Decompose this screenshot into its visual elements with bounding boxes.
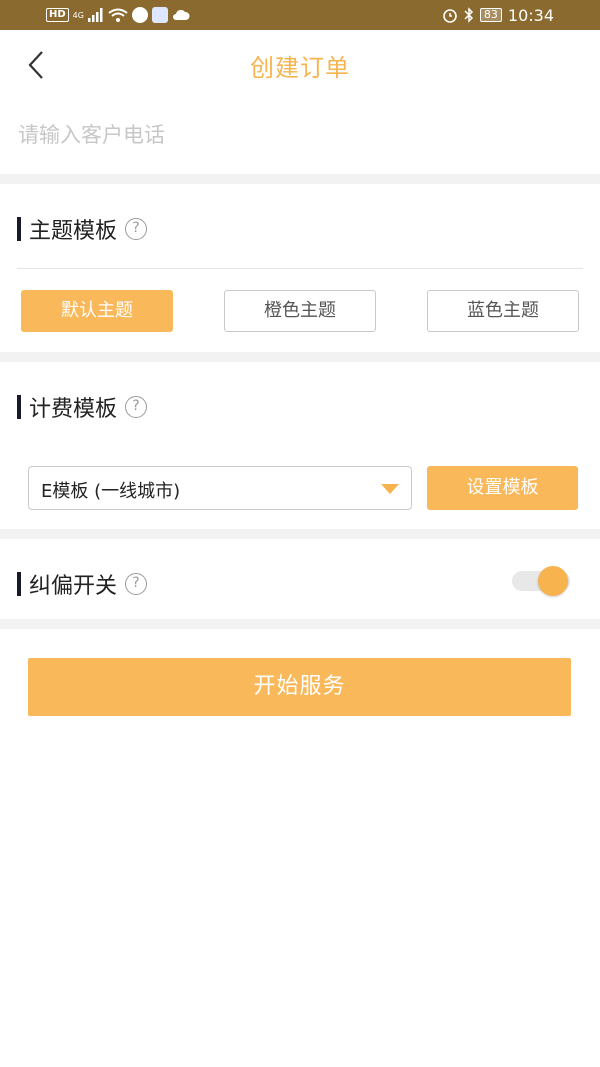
- theme-option-blue[interactable]: 蓝色主题: [427, 290, 579, 332]
- help-icon[interactable]: ?: [125, 218, 148, 240]
- correction-section-title: 纠偏开关 ?: [17, 568, 148, 600]
- music-app-icon: [151, 7, 168, 23]
- app-header: 创建订单: [0, 30, 600, 100]
- signal-icon: [87, 8, 103, 22]
- status-right-icons: 83 10:34: [442, 5, 554, 25]
- theme-option-orange[interactable]: 橙色主题: [224, 290, 376, 332]
- cloud-icon: [172, 9, 190, 20]
- toggle-knob: [538, 566, 568, 596]
- billing-template-select[interactable]: E模板 (一线城市): [28, 466, 412, 510]
- help-icon[interactable]: ?: [125, 396, 148, 418]
- section-marker: [17, 572, 21, 596]
- network-type: 4G: [72, 10, 84, 20]
- theme-section-title: 主题模板 ?: [17, 213, 148, 245]
- help-icon[interactable]: ?: [125, 573, 148, 595]
- section-separator: [0, 174, 600, 184]
- alarm-icon: [443, 9, 457, 23]
- theme-section-label: 主题模板: [29, 219, 118, 244]
- app-notification-icon: [131, 7, 148, 23]
- clock: 10:34: [507, 5, 554, 25]
- page-title: 创建订单: [250, 54, 350, 82]
- status-left-icons: HD 4G: [46, 6, 190, 24]
- theme-option-default[interactable]: 默认主题: [21, 290, 173, 332]
- correction-section-label: 纠偏开关: [29, 574, 118, 599]
- bluetooth-icon: [464, 7, 473, 23]
- status-bar: HD 4G 83 10:34: [0, 0, 600, 30]
- billing-section-label: 计费模板: [29, 397, 118, 422]
- hd-badge: HD: [46, 8, 69, 22]
- section-marker: [17, 217, 21, 241]
- section-separator: [0, 352, 600, 362]
- battery-indicator: 83: [479, 8, 502, 22]
- correction-toggle[interactable]: [512, 566, 570, 596]
- set-template-button[interactable]: 设置模板: [427, 466, 578, 510]
- customer-phone-input[interactable]: [18, 110, 578, 160]
- billing-template-value: E模板 (一线城市): [41, 481, 181, 502]
- section-separator: [0, 619, 600, 629]
- billing-section-title: 计费模板 ?: [17, 391, 148, 423]
- divider: [17, 268, 583, 269]
- section-marker: [17, 395, 21, 419]
- dropdown-arrow-icon: [381, 484, 399, 494]
- start-service-button[interactable]: 开始服务: [28, 658, 571, 716]
- section-separator: [0, 529, 600, 539]
- wifi-icon: [108, 8, 128, 22]
